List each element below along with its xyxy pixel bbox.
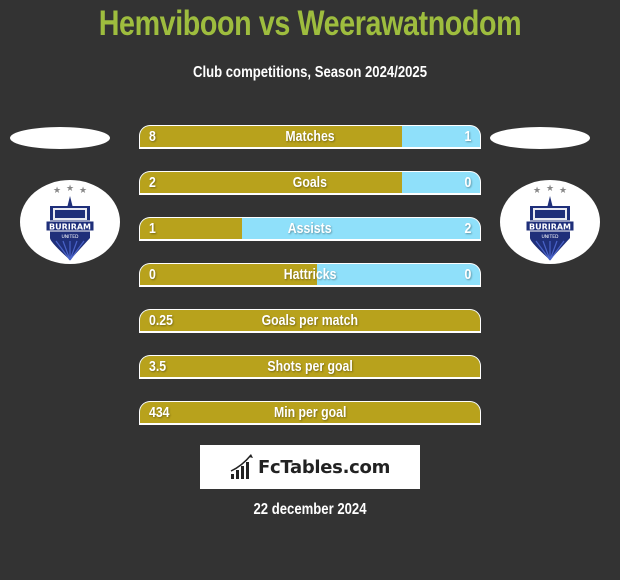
fctables-logo-link[interactable]: FcTables.com [200, 445, 420, 489]
stat-row-shots-per-goal: Shots per goal 3.5 [139, 355, 481, 379]
left-value: 0.25 [149, 312, 173, 329]
svg-text:★: ★ [66, 184, 74, 194]
stat-row-matches: Matches 8 1 [139, 125, 481, 149]
buriram-united-badge-icon: ★ ★ ★ BURIRAM UNITED [525, 184, 575, 261]
svg-text:BURIRAM: BURIRAM [529, 223, 571, 232]
stat-label: Hattricks [283, 266, 337, 283]
stat-label: Shots per goal [267, 358, 353, 375]
svg-text:UNITED: UNITED [61, 234, 79, 240]
stat-label: Matches [285, 128, 335, 145]
left-value: 0 [149, 266, 156, 283]
report-date: 22 december 2024 [253, 501, 367, 518]
bar-chart-trend-icon [230, 454, 253, 479]
stat-row-assists: Assists 1 2 [139, 217, 481, 241]
right-value: 0 [464, 174, 471, 191]
right-value: 1 [464, 128, 471, 145]
stat-row-goals-per-match: Goals per match 0.25 [139, 309, 481, 333]
stat-row-goals: Goals 2 0 [139, 171, 481, 195]
svg-text:★: ★ [546, 184, 554, 194]
right-value: 0 [464, 266, 471, 283]
logo-text: FcTables.com [257, 456, 391, 478]
stat-label: Goals per match [261, 312, 359, 329]
svg-text:BURIRAM: BURIRAM [49, 223, 91, 232]
stat-label: Goals [292, 174, 328, 191]
svg-text:★: ★ [559, 186, 567, 196]
left-value: 1 [149, 220, 156, 237]
svg-text:★: ★ [53, 186, 61, 196]
svg-text:★: ★ [533, 186, 541, 196]
competition-subtitle: Club competitions, Season 2024/2025 [192, 64, 428, 81]
stat-label: Assists [288, 220, 332, 237]
right-player-placeholder [490, 127, 590, 149]
svg-text:★: ★ [79, 186, 87, 196]
left-value: 3.5 [149, 358, 167, 375]
page-title: Hemviboon vs Weerawatnodom [98, 4, 522, 43]
left-value: 2 [149, 174, 156, 191]
stat-row-min-per-goal: Min per goal 434 [139, 401, 481, 425]
buriram-united-badge-icon: ★ ★ ★ BURIRAM UNITED [45, 184, 95, 261]
right-club-badge[interactable]: ★ ★ ★ BURIRAM UNITED [500, 180, 600, 264]
stat-row-hattricks: Hattricks 0 0 [139, 263, 481, 287]
svg-text:UNITED: UNITED [541, 234, 559, 240]
left-player-placeholder [10, 127, 110, 149]
left-club-badge[interactable]: ★ ★ ★ BURIRAM UNITED [20, 180, 120, 264]
right-value: 2 [464, 220, 471, 237]
stat-label: Min per goal [273, 404, 347, 421]
left-value: 434 [149, 404, 170, 421]
left-value: 8 [149, 128, 156, 145]
